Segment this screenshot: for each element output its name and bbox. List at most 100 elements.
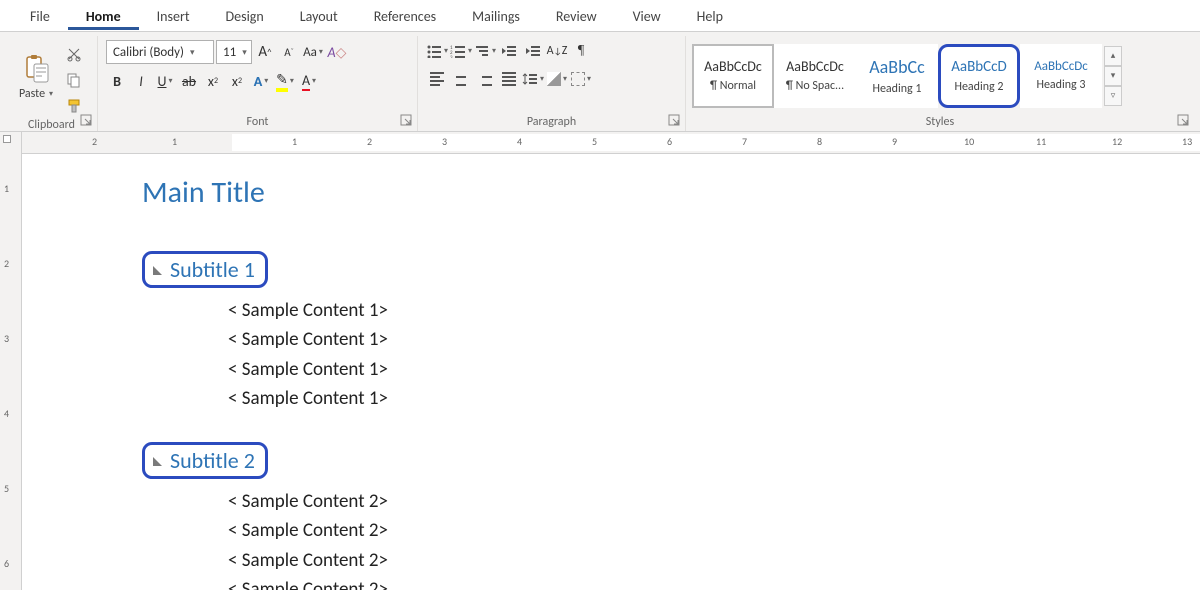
- paragraph-launcher[interactable]: [667, 113, 681, 127]
- tab-help[interactable]: Help: [679, 2, 741, 29]
- clipboard-launcher[interactable]: [79, 113, 93, 127]
- style-preview: AaBbCc: [869, 56, 925, 78]
- page: Main Title Subtitle 1 < Sample Content 1…: [22, 154, 1002, 590]
- ruler-number: 1: [172, 135, 177, 148]
- style-name: Heading 3: [1036, 78, 1085, 92]
- tab-references[interactable]: References: [356, 2, 454, 29]
- tab-design[interactable]: Design: [208, 2, 282, 29]
- style-no-spacing[interactable]: AaBbCcDc ¶ No Spac...: [774, 44, 856, 108]
- font-color-button[interactable]: A▾: [298, 70, 320, 92]
- align-center-button[interactable]: [450, 68, 472, 90]
- ruler-number: 2: [4, 257, 9, 270]
- copy-button[interactable]: [64, 70, 84, 90]
- clipboard-icon: [20, 53, 52, 85]
- body-line[interactable]: < Sample Content 1>: [142, 384, 1002, 413]
- body-line[interactable]: < Sample Content 1>: [142, 325, 1002, 354]
- group-label-paragraph: Paragraph: [424, 113, 679, 129]
- font-size-combo[interactable]: 11▾: [216, 40, 252, 64]
- style-name: ¶ No Spac...: [786, 79, 844, 93]
- body-line[interactable]: < Sample Content 2>: [142, 575, 1002, 590]
- text-effects-button[interactable]: A▾: [250, 70, 272, 92]
- justify-button[interactable]: [498, 68, 520, 90]
- body-line[interactable]: < Sample Content 2>: [142, 516, 1002, 545]
- horizontal-ruler[interactable]: 21123456789101112131415: [22, 132, 1200, 154]
- align-left-button[interactable]: [426, 68, 448, 90]
- multilevel-list-button[interactable]: ▾: [474, 40, 496, 62]
- font-name-combo[interactable]: Calibri (Body)▾: [106, 40, 214, 64]
- align-right-button[interactable]: [474, 68, 496, 90]
- underline-button[interactable]: U▾: [154, 70, 176, 92]
- vertical-ruler: 123456: [0, 132, 22, 590]
- ruler-number: 11: [1036, 135, 1046, 148]
- document-area[interactable]: Main Title Subtitle 1 < Sample Content 1…: [22, 154, 1200, 590]
- style-preview: AaBbCcD: [951, 58, 1006, 76]
- numbering-button[interactable]: 123▾: [450, 40, 472, 62]
- ruler-number: 4: [4, 407, 9, 420]
- subscript-button[interactable]: x2: [202, 70, 224, 92]
- ruler-number: 6: [4, 557, 9, 570]
- collapse-triangle-icon[interactable]: [153, 457, 162, 466]
- body-line[interactable]: < Sample Content 2>: [142, 546, 1002, 575]
- tab-mailings[interactable]: Mailings: [454, 2, 538, 29]
- body-line[interactable]: < Sample Content 2>: [142, 487, 1002, 516]
- ruler-number: 12: [1112, 135, 1122, 148]
- ruler-number: 4: [517, 135, 522, 148]
- superscript-button[interactable]: x2: [226, 70, 248, 92]
- styles-launcher[interactable]: [1176, 113, 1190, 127]
- sort-button[interactable]: A↓Z: [546, 40, 568, 62]
- tab-layout[interactable]: Layout: [282, 2, 356, 29]
- ruler-number: 2: [92, 135, 97, 148]
- ruler-number: 5: [4, 482, 9, 495]
- body-line[interactable]: < Sample Content 1>: [142, 296, 1002, 325]
- font-launcher[interactable]: [399, 113, 413, 127]
- work-area: 123456 21123456789101112131415 Main Titl…: [0, 132, 1200, 590]
- increase-indent-button[interactable]: [522, 40, 544, 62]
- cut-button[interactable]: [64, 44, 84, 64]
- style-heading3[interactable]: AaBbCcDc Heading 3: [1020, 44, 1102, 108]
- borders-button[interactable]: ▾: [570, 68, 592, 90]
- tab-file[interactable]: File: [12, 2, 68, 29]
- shrink-font-button[interactable]: Aˇ: [278, 41, 300, 63]
- styles-expand[interactable]: ▿: [1104, 86, 1122, 106]
- bold-button[interactable]: B: [106, 70, 128, 92]
- tab-view[interactable]: View: [615, 2, 679, 29]
- group-paragraph: ▾ 123▾ ▾ A↓Z ¶: [418, 36, 686, 131]
- heading2-highlight: Subtitle 2: [142, 442, 268, 479]
- show-marks-button[interactable]: ¶: [570, 40, 592, 62]
- ruler-number: 5: [592, 135, 597, 148]
- subtitle-2[interactable]: Subtitle 2: [170, 447, 255, 474]
- shading-button[interactable]: ▾: [546, 68, 568, 90]
- styles-scroll-up[interactable]: ▴: [1104, 46, 1122, 66]
- group-font: Calibri (Body)▾ 11▾ A^ Aˇ Aa▾ A◇ B I U▾ …: [98, 36, 418, 131]
- body-line[interactable]: < Sample Content 1>: [142, 355, 1002, 384]
- tab-home[interactable]: Home: [68, 2, 139, 30]
- tab-review[interactable]: Review: [538, 2, 615, 29]
- paste-button[interactable]: Paste▾: [12, 42, 60, 112]
- style-preview: AaBbCcDc: [786, 58, 844, 75]
- section-2: Subtitle 2 < Sample Content 2> < Sample …: [142, 442, 1002, 590]
- tab-insert[interactable]: Insert: [139, 2, 208, 29]
- strikethrough-button[interactable]: ab: [178, 70, 200, 92]
- doc-title[interactable]: Main Title: [142, 174, 1002, 211]
- tab-selector[interactable]: [3, 135, 11, 143]
- italic-button[interactable]: I: [130, 70, 152, 92]
- style-heading1[interactable]: AaBbCc Heading 1: [856, 44, 938, 108]
- change-case-button[interactable]: Aa▾: [302, 41, 324, 63]
- style-heading2[interactable]: AaBbCcD Heading 2: [938, 44, 1020, 108]
- style-normal[interactable]: AaBbCcDc ¶ Normal: [692, 44, 774, 108]
- grow-font-button[interactable]: A^: [254, 41, 276, 63]
- subtitle-1[interactable]: Subtitle 1: [170, 256, 255, 283]
- line-spacing-button[interactable]: ▾: [522, 68, 544, 90]
- section-1: Subtitle 1 < Sample Content 1> < Sample …: [142, 251, 1002, 414]
- style-preview: AaBbCcDc: [704, 58, 762, 75]
- styles-scroll-down[interactable]: ▾: [1104, 66, 1122, 86]
- clear-formatting-button[interactable]: A◇: [326, 41, 348, 63]
- group-label-styles: Styles: [692, 113, 1188, 129]
- highlight-button[interactable]: ✎▾: [274, 70, 296, 92]
- decrease-indent-button[interactable]: [498, 40, 520, 62]
- bullets-button[interactable]: ▾: [426, 40, 448, 62]
- ruler-number: 13: [1182, 135, 1192, 148]
- collapse-triangle-icon[interactable]: [153, 266, 162, 275]
- group-styles: AaBbCcDc ¶ Normal AaBbCcDc ¶ No Spac... …: [686, 36, 1194, 131]
- ruler-number: 7: [742, 135, 747, 148]
